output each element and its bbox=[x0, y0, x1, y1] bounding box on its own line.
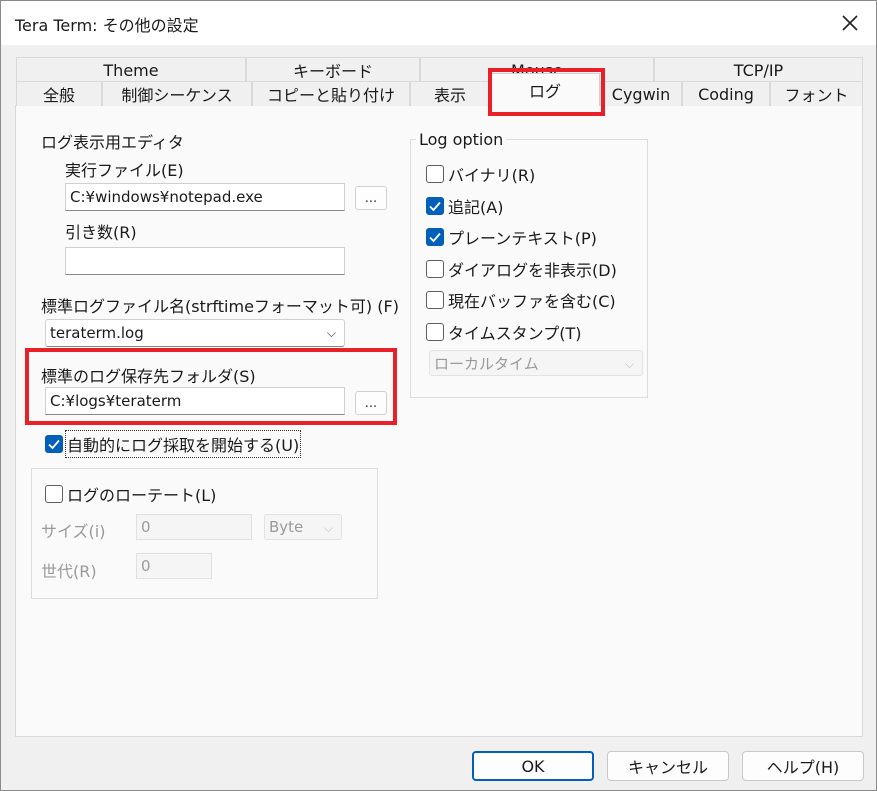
tab-coding[interactable]: Coding bbox=[682, 81, 770, 106]
auto-log-checkbox[interactable] bbox=[45, 435, 63, 453]
size-input[interactable]: 0 bbox=[136, 514, 252, 540]
close-button[interactable] bbox=[824, 1, 876, 45]
tab-font[interactable]: フォント bbox=[770, 81, 863, 106]
timestamp-type-select[interactable]: ローカルタイム ⌵ bbox=[429, 350, 643, 376]
auto-log-checkbox-row[interactable]: 自動的にログ採取を開始する(U) bbox=[45, 430, 302, 458]
option-binary-row[interactable]: バイナリ(R) bbox=[426, 162, 535, 186]
option-timestamp-checkbox[interactable] bbox=[426, 322, 444, 341]
generation-label: 世代(R) bbox=[41, 562, 97, 581]
option-timestamp-row[interactable]: タイムスタンプ(T) bbox=[426, 320, 581, 344]
editor-group-label: ログ表示用エディタ bbox=[41, 133, 184, 152]
auto-log-label: 自動的にログ採取を開始する(U) bbox=[64, 430, 302, 458]
title-bar: Tera Term: その他の設定 bbox=[1, 1, 876, 45]
exec-browse-button[interactable]: ... bbox=[355, 186, 387, 210]
option-binary-label: バイナリ(R) bbox=[448, 166, 536, 185]
option-append-checkbox[interactable] bbox=[426, 196, 444, 215]
option-hide-dialog-label: ダイアログを非表示(D) bbox=[448, 260, 617, 280]
tab-keyboard[interactable]: キーボード bbox=[246, 57, 420, 82]
rotate-label: ログのローテート(L) bbox=[67, 486, 217, 505]
window-title: Tera Term: その他の設定 bbox=[15, 16, 199, 35]
checkmark-icon bbox=[429, 201, 441, 211]
option-append-row[interactable]: 追記(A) bbox=[426, 194, 503, 218]
rotate-checkbox-row[interactable]: ログのローテート(L) bbox=[45, 482, 216, 506]
settings-dialog: Tera Term: その他の設定 Theme キーボード Mouse TCP/… bbox=[0, 0, 877, 791]
tab-cygwin[interactable]: Cygwin bbox=[600, 81, 682, 106]
chevron-down-icon: ⌵ bbox=[624, 357, 634, 371]
tab-display[interactable]: 表示 bbox=[410, 81, 490, 106]
ok-button[interactable]: OK bbox=[472, 751, 594, 781]
option-plain-text-checkbox[interactable] bbox=[426, 228, 444, 246]
option-timestamp-label: タイムスタンプ(T) bbox=[448, 323, 582, 343]
cancel-button[interactable]: キャンセル bbox=[607, 751, 729, 781]
exec-file-input[interactable]: C:¥windows¥notepad.exe bbox=[65, 183, 345, 211]
checkmark-icon bbox=[429, 232, 441, 243]
checkmark-icon bbox=[48, 439, 60, 450]
chevron-down-icon: ⌵ bbox=[323, 521, 333, 535]
option-hide-dialog-checkbox[interactable] bbox=[426, 259, 444, 278]
help-button[interactable]: ヘルプ(H) bbox=[742, 751, 864, 781]
chevron-down-icon: ⌵ bbox=[326, 326, 336, 340]
rotate-checkbox[interactable] bbox=[45, 485, 63, 503]
option-include-buffer-row[interactable]: 現在バッファを含む(C) bbox=[426, 288, 616, 312]
size-label: サイズ(i) bbox=[41, 522, 106, 541]
args-input[interactable] bbox=[65, 247, 345, 275]
size-unit-select[interactable]: Byte ⌵ bbox=[264, 514, 342, 540]
exec-file-label: 実行ファイル(E) bbox=[65, 161, 184, 180]
tab-theme[interactable]: Theme bbox=[16, 57, 246, 82]
option-binary-checkbox[interactable] bbox=[426, 165, 444, 183]
tab-general[interactable]: 全般 bbox=[16, 81, 102, 106]
option-include-buffer-checkbox[interactable] bbox=[426, 291, 444, 309]
tab-tcpip[interactable]: TCP/IP bbox=[654, 57, 863, 82]
option-plain-text-label: プレーンテキスト(P) bbox=[448, 229, 597, 248]
generation-input[interactable]: 0 bbox=[136, 553, 212, 579]
tab-copy-paste[interactable]: コピーと貼り付け bbox=[252, 81, 410, 106]
log-option-title: Log option bbox=[416, 130, 507, 149]
log-filename-select[interactable]: teraterm.log ⌵ bbox=[45, 319, 345, 347]
highlight-folder-section bbox=[25, 348, 397, 425]
option-plain-text-row[interactable]: プレーンテキスト(P) bbox=[426, 225, 597, 249]
close-icon bbox=[842, 15, 858, 31]
tab-control-sequence[interactable]: 制御シーケンス bbox=[102, 81, 252, 106]
log-filename-label: 標準ログファイル名(strftimeフォーマット可) (F) bbox=[41, 297, 399, 316]
highlight-log-tab bbox=[488, 68, 605, 116]
option-include-buffer-label: 現在バッファを含む(C) bbox=[448, 292, 616, 311]
args-label: 引き数(R) bbox=[65, 223, 137, 242]
option-hide-dialog-row[interactable]: ダイアログを非表示(D) bbox=[426, 257, 617, 281]
option-append-label: 追記(A) bbox=[448, 197, 504, 217]
